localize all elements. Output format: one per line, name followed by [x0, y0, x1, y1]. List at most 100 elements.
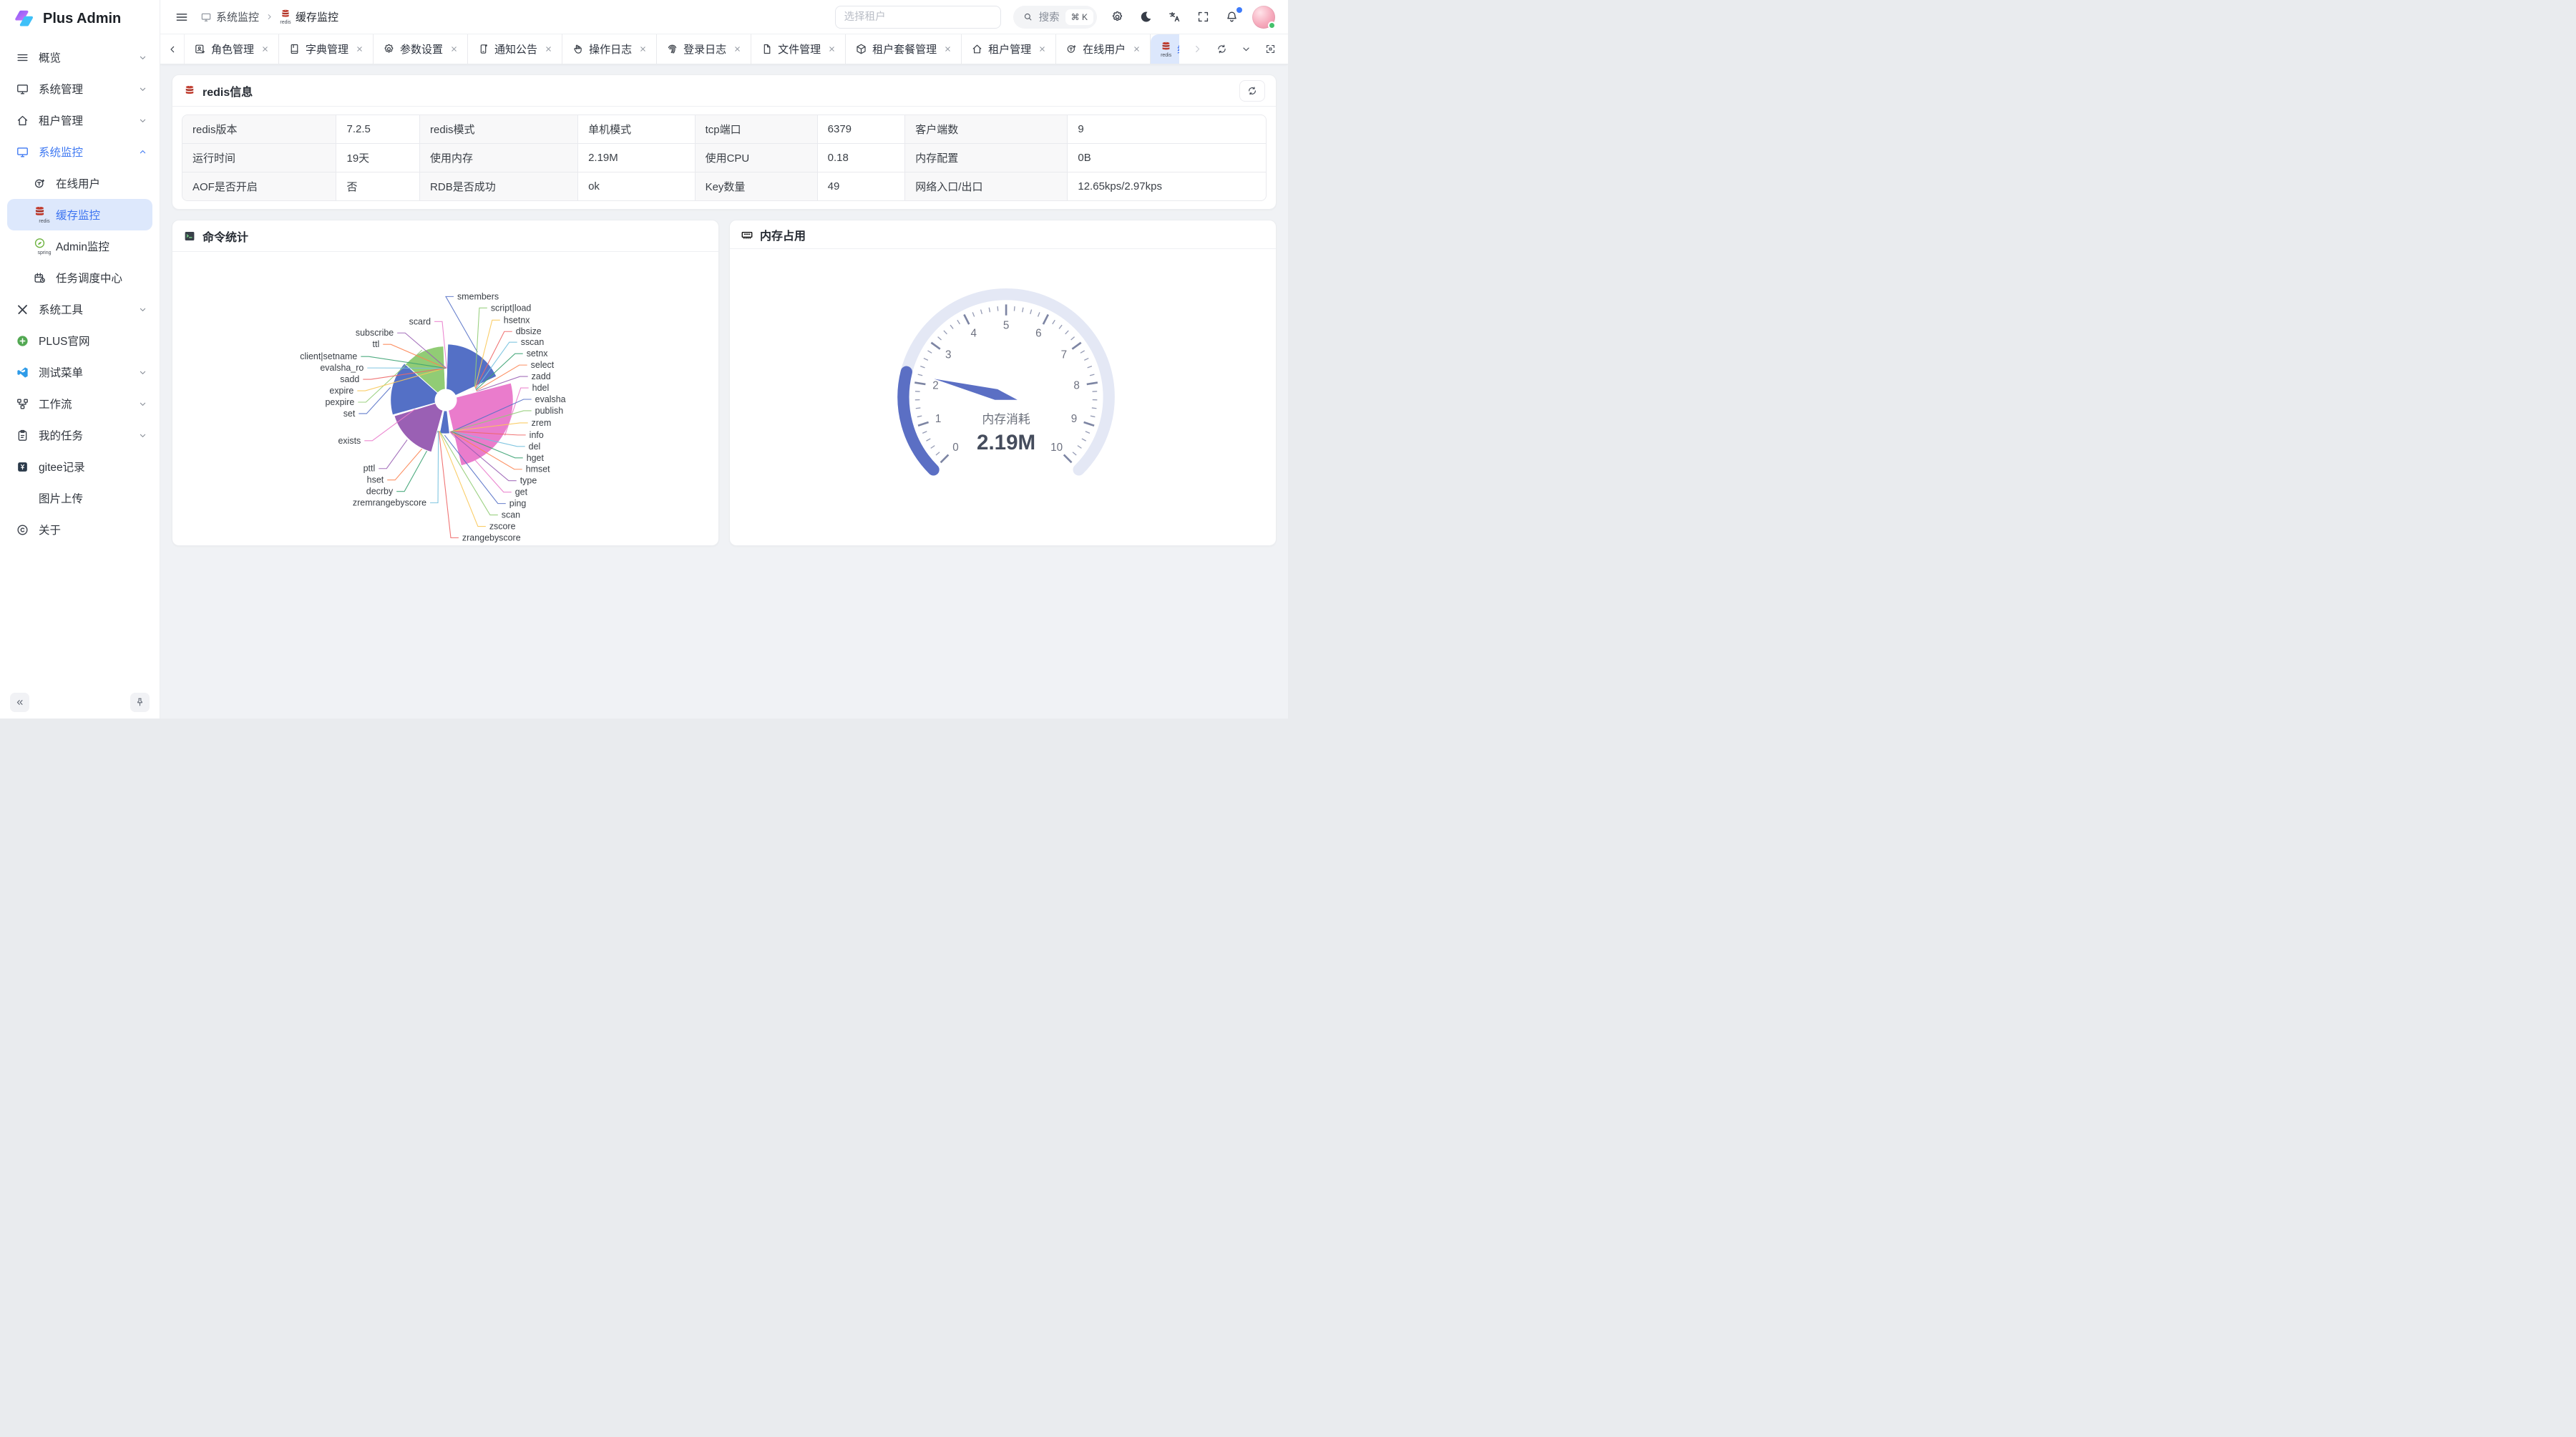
sidebar-item-system-management[interactable]: 系统管理 [0, 73, 160, 104]
tab-dropdown-button[interactable] [1234, 34, 1258, 64]
tab-refresh-button[interactable] [1209, 34, 1234, 64]
gauge-minor-tick [1038, 313, 1040, 317]
tab-file-management[interactable]: 文件管理 [751, 34, 846, 64]
pie-center-hole [435, 389, 457, 411]
redis-info-value: 6379 [817, 115, 905, 144]
chevron-down-icon [137, 367, 148, 378]
tab-operation-log[interactable]: 操作日志 [562, 34, 657, 64]
redis-info-label: RDB是否成功 [420, 172, 578, 201]
sidebar-item-admin-monitor[interactable]: springAdmin监控 [0, 230, 160, 262]
close-icon[interactable] [828, 45, 836, 53]
sidebar-item-plus-site[interactable]: PLUS官网 [0, 325, 160, 356]
redis-info-value: 9 [1068, 115, 1266, 144]
close-icon[interactable] [261, 45, 269, 53]
sidebar-collapse-button[interactable] [10, 693, 29, 712]
gauge-minor-tick [938, 337, 942, 340]
breadcrumb-label: 系统监控 [216, 9, 259, 24]
monitor-icon [16, 145, 29, 159]
tabs-scroll-right-button[interactable] [1185, 34, 1209, 64]
sidebar-item-my-tasks[interactable]: 我的任务 [0, 419, 160, 451]
sidebar-item-system-monitor[interactable]: 系统监控 [0, 136, 160, 167]
tabs-scroll-left-button[interactable] [160, 34, 185, 64]
gauge-tick-label: 6 [1035, 328, 1042, 340]
tenant-select-input[interactable] [835, 6, 1001, 29]
sidebar-item-gitee-log[interactable]: gitee记录 [0, 451, 160, 482]
settings-button[interactable] [1109, 9, 1126, 25]
close-icon[interactable] [450, 45, 458, 53]
sidebar-item-system-tools[interactable]: 系统工具 [0, 293, 160, 325]
search-label: 搜索 [1039, 9, 1060, 24]
sidebar-item-task-scheduler[interactable]: 任务调度中心 [0, 262, 160, 293]
charts-row: 命令统计 smembersscript|loadhsetnxdbsizessca… [172, 220, 1277, 546]
pie-label: expire [329, 386, 353, 396]
chevron-down-icon [137, 115, 148, 126]
sidebar-item-test-menu[interactable]: 测试菜单 [0, 356, 160, 388]
tab-dict-management[interactable]: 字典管理 [279, 34, 374, 64]
page-content: redis信息 redis版本7.2.5redis模式单机模式tcp端口6379… [160, 64, 1288, 718]
online-status-dot [1268, 21, 1276, 29]
pie-label: subscribe [356, 328, 394, 338]
hand-icon [572, 43, 584, 55]
flow-icon [16, 397, 29, 411]
sidebar-item-workflow[interactable]: 工作流 [0, 388, 160, 419]
gauge-minor-tick [1085, 432, 1090, 434]
tab-tenant-management[interactable]: 租户管理 [962, 34, 1056, 64]
gauge-major-tick [1064, 455, 1072, 463]
sidebar-item-about[interactable]: 关于 [0, 514, 160, 545]
tab-login-log[interactable]: 登录日志 [657, 34, 751, 64]
gauge-arc [903, 372, 933, 470]
pie-label: pexpire [325, 397, 354, 407]
tab-notice[interactable]: 通知公告 [468, 34, 562, 64]
tab-bar: 角色管理字典管理 参数设置 通知公告操作日志登录日志 文件管理 租户套餐管理租户管理在线… [160, 34, 1288, 64]
sidebar-item-online-users[interactable]: 在线用户 [0, 167, 160, 199]
pie-label: setnx [527, 349, 549, 359]
notifications-button[interactable] [1224, 9, 1240, 25]
tab-label: 参数设置 [400, 42, 443, 57]
gauge-minor-tick [936, 452, 940, 455]
sidebar-item-overview[interactable]: 概览 [0, 42, 160, 73]
breadcrumb-item-cache-monitor[interactable]: redis缓存监控 [280, 9, 338, 25]
app-logo[interactable]: Plus Admin [0, 0, 160, 37]
redis-info-body: redis版本7.2.5redis模式单机模式tcp端口6379客户端数9运行时… [172, 107, 1276, 209]
dark-mode-button[interactable] [1138, 9, 1154, 25]
close-icon[interactable] [356, 45, 364, 53]
gauge-tick-label: 8 [1073, 380, 1080, 392]
search-box[interactable]: 搜索 ⌘ K [1013, 6, 1097, 29]
tab-label: 文件管理 [778, 42, 821, 57]
panel-fullscreen-icon [1264, 43, 1277, 55]
sidebar-item-label: Admin监控 [56, 238, 109, 254]
gauge-value: 2.19M [977, 432, 1035, 455]
gauge-major-tick [964, 315, 969, 325]
close-icon[interactable] [733, 45, 741, 53]
sidebar-item-tenant-management[interactable]: 租户管理 [0, 104, 160, 136]
sidebar-item-image-upload[interactable]: 图片上传 [0, 482, 160, 514]
gauge-minor-tick [1014, 306, 1015, 311]
fullscreen-button[interactable] [1195, 9, 1211, 25]
gauge-minor-tick [1078, 446, 1081, 449]
collapse-icon [14, 697, 25, 708]
sidebar-toggle-button[interactable] [172, 7, 192, 27]
user-avatar[interactable] [1252, 6, 1275, 29]
content-fullscreen-button[interactable] [1258, 34, 1282, 64]
clockuser-icon [33, 177, 47, 190]
tab-tenant-package[interactable]: 租户套餐管理 [846, 34, 962, 64]
redis-refresh-button[interactable] [1239, 80, 1265, 102]
sidebar-item-cache-monitor[interactable]: redis缓存监控 [7, 199, 152, 230]
close-icon[interactable] [1038, 45, 1046, 53]
gauge-minor-tick [918, 375, 922, 376]
language-button[interactable] [1166, 9, 1183, 25]
tab-online-users[interactable]: 在线用户 [1056, 34, 1151, 64]
close-icon[interactable] [944, 45, 952, 53]
tab-param-settings[interactable]: 参数设置 [374, 34, 468, 64]
close-icon[interactable] [1133, 45, 1141, 53]
close-icon[interactable] [545, 45, 552, 53]
breadcrumb-item-system-monitor[interactable]: 系统监控 [200, 9, 259, 24]
close-icon[interactable] [639, 45, 647, 53]
tab-role-management[interactable]: 角色管理 [185, 34, 279, 64]
command-stats-body: smembersscript|loadhsetnxdbsizesscansetn… [172, 252, 718, 545]
sidebar-pin-button[interactable] [130, 693, 150, 712]
gauge-minor-tick [1080, 351, 1085, 353]
gauge-tick-label: 10 [1050, 442, 1063, 454]
tab-cache-monitor[interactable]: redis缓存监控 [1151, 34, 1179, 64]
gauge-tick-label: 7 [1061, 349, 1068, 361]
